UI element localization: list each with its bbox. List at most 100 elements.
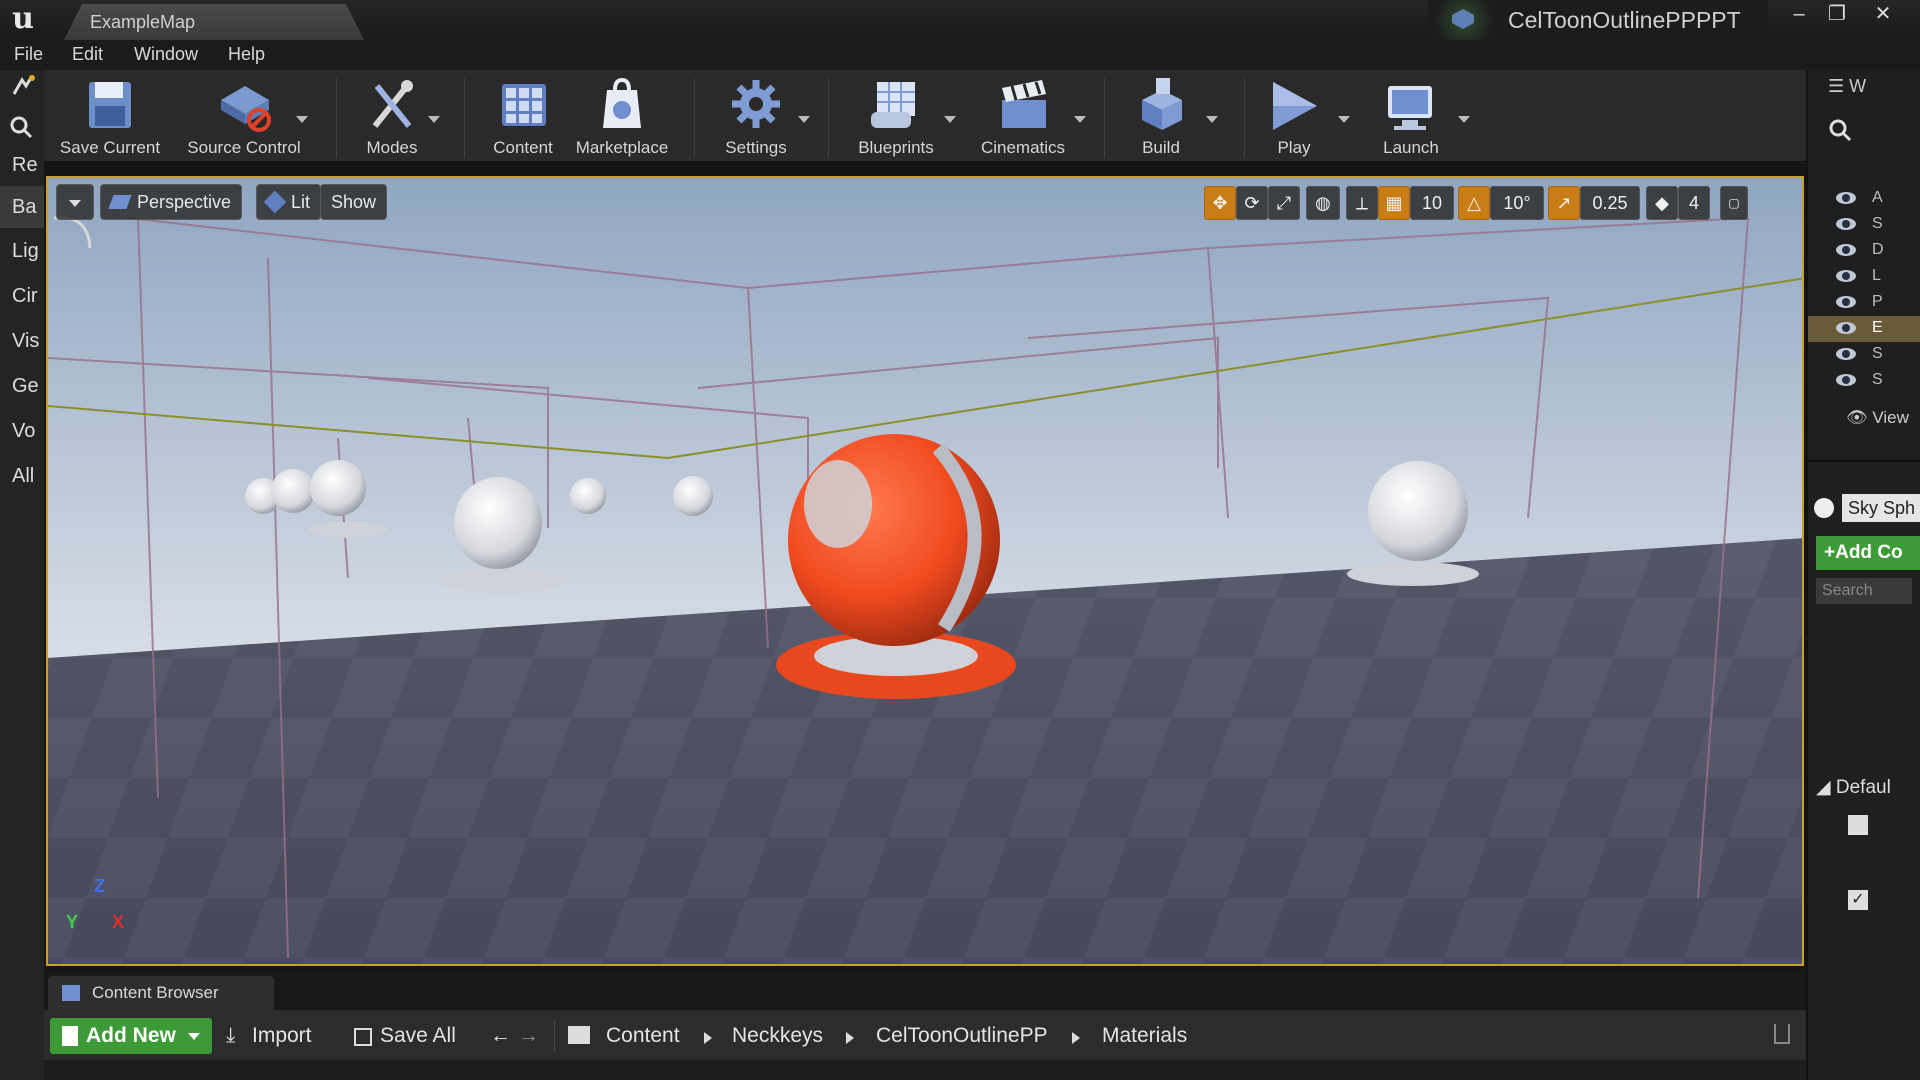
place-mode-icon[interactable]: [10, 74, 36, 98]
visibility-eye-icon[interactable]: [1836, 296, 1856, 308]
components-search-input[interactable]: Search: [1816, 578, 1912, 604]
outliner-row[interactable]: S: [1808, 342, 1920, 368]
left-category-all-classes[interactable]: All: [0, 455, 44, 497]
outliner-tab[interactable]: ☰ W: [1828, 76, 1866, 97]
back-arrow-icon[interactable]: ←: [490, 1018, 511, 1054]
left-category-volumes[interactable]: Vo: [0, 410, 44, 452]
main-toolbar: Save Current Source Control Modes Conten…: [44, 70, 1806, 162]
build-button[interactable]: Build: [1120, 76, 1218, 160]
breadcrumb-content[interactable]: Content: [606, 1018, 680, 1054]
left-category-cinematic[interactable]: Cir: [0, 275, 44, 317]
level-tab[interactable]: ExampleMap: [64, 4, 364, 40]
camera-speed-value[interactable]: 4: [1678, 186, 1710, 220]
marketplace-button[interactable]: Marketplace: [570, 76, 674, 160]
camera-speed-icon[interactable]: ◆: [1646, 186, 1678, 220]
source-control-button[interactable]: Source Control: [174, 76, 314, 160]
outliner-row[interactable]: A: [1808, 186, 1920, 212]
visibility-eye-icon[interactable]: [1836, 244, 1856, 256]
close-button[interactable]: ✕: [1866, 2, 1900, 28]
outliner-row-selected[interactable]: E: [1808, 316, 1920, 342]
search-icon[interactable]: [8, 114, 34, 140]
outliner-row[interactable]: P: [1808, 290, 1920, 316]
details-section-header[interactable]: ◢ Defaul: [1816, 776, 1891, 799]
cinematics-button[interactable]: Cinematics: [968, 76, 1086, 160]
visibility-eye-icon[interactable]: [1836, 192, 1856, 204]
settings-button[interactable]: Settings: [708, 76, 810, 160]
translate-tool-icon[interactable]: ✥: [1204, 186, 1236, 220]
checkbox[interactable]: [1848, 815, 1868, 835]
visibility-eye-icon[interactable]: [1836, 270, 1856, 282]
rotation-snap-value[interactable]: 10°: [1490, 186, 1544, 220]
source-control-dropdown-icon[interactable]: [296, 116, 308, 123]
breadcrumb-separator-icon[interactable]: [846, 1032, 854, 1044]
grid-snap-value[interactable]: 10: [1410, 186, 1454, 220]
menu-file[interactable]: File: [14, 44, 43, 65]
actor-name-field[interactable]: Sky Sph: [1842, 494, 1920, 522]
play-dropdown-icon[interactable]: [1338, 116, 1350, 123]
build-dropdown-icon[interactable]: [1206, 116, 1218, 123]
breadcrumb-separator-icon[interactable]: [1072, 1032, 1080, 1044]
rotate-tool-icon[interactable]: ⟳: [1236, 186, 1268, 220]
launch-button[interactable]: Launch: [1374, 76, 1470, 160]
show-button[interactable]: Show: [320, 184, 388, 220]
surface-snapping-icon[interactable]: ⟂: [1346, 186, 1378, 220]
scale-snap-icon[interactable]: ↗: [1548, 186, 1580, 220]
content-button[interactable]: Content: [478, 76, 568, 160]
add-new-button[interactable]: Add New: [50, 1018, 212, 1054]
outliner-row[interactable]: S: [1808, 212, 1920, 238]
save-current-button[interactable]: Save Current: [54, 76, 166, 160]
scale-snap-value[interactable]: 0.25: [1580, 186, 1640, 220]
maximize-button[interactable]: ❐: [1820, 2, 1854, 28]
rotation-snap-icon[interactable]: △: [1458, 186, 1490, 220]
level-viewport[interactable]: Perspective Lit Show ✥ ⟳ ⤢ ◍ ⟂ ▦ 10 △ 10…: [46, 176, 1804, 966]
save-icon: [81, 76, 139, 134]
content-browser-tab[interactable]: Content Browser: [48, 976, 274, 1010]
forward-arrow-icon[interactable]: →: [518, 1018, 539, 1054]
breadcrumb-materials[interactable]: Materials: [1102, 1018, 1187, 1054]
settings-dropdown-icon[interactable]: [798, 116, 810, 123]
blueprints-button[interactable]: Blueprints: [842, 76, 956, 160]
import-button[interactable]: ⤓ Import: [226, 1018, 312, 1054]
grid-snap-icon[interactable]: ▦: [1378, 186, 1410, 220]
perspective-button[interactable]: Perspective: [100, 184, 243, 220]
checkbox-checked[interactable]: ✓: [1848, 890, 1868, 910]
left-category-geometry[interactable]: Ge: [0, 365, 44, 407]
visibility-eye-icon[interactable]: [1836, 348, 1856, 360]
left-category-lights[interactable]: Lig: [0, 230, 44, 272]
breadcrumb-separator-icon[interactable]: [704, 1032, 712, 1044]
outliner-row[interactable]: L: [1808, 264, 1920, 290]
modes-button[interactable]: Modes: [348, 76, 440, 160]
left-category-basic[interactable]: Ba: [0, 186, 44, 228]
cinematics-dropdown-icon[interactable]: [1074, 116, 1086, 123]
left-category-recent[interactable]: Re: [0, 144, 44, 186]
lit-button[interactable]: Lit: [256, 184, 322, 220]
menu-help[interactable]: Help: [228, 44, 265, 65]
launch-dropdown-icon[interactable]: [1458, 116, 1470, 123]
modes-dropdown-icon[interactable]: [428, 116, 440, 123]
outliner-row[interactable]: S: [1808, 368, 1920, 394]
visibility-eye-icon[interactable]: [1836, 322, 1856, 334]
minimize-button[interactable]: –: [1782, 2, 1816, 28]
viewport-options-button[interactable]: [56, 184, 94, 220]
breadcrumb-celtoonoutlinepp[interactable]: CelToonOutlinePP: [876, 1018, 1048, 1054]
world-coordinates-icon[interactable]: ◍: [1306, 186, 1340, 220]
folder-icon[interactable]: [568, 1026, 590, 1044]
lock-icon[interactable]: [1774, 1024, 1790, 1044]
view-options-button[interactable]: 👁 View: [1846, 408, 1909, 428]
visibility-eye-icon[interactable]: [1836, 218, 1856, 230]
unreal-logo-icon[interactable]: u: [6, 2, 40, 36]
add-component-button[interactable]: +Add Co: [1816, 536, 1920, 570]
play-button[interactable]: Play: [1260, 76, 1350, 160]
maximize-viewport-icon[interactable]: ▢: [1720, 186, 1748, 220]
visibility-eye-icon[interactable]: [1836, 374, 1856, 386]
save-all-button[interactable]: Save All: [352, 1018, 456, 1054]
outliner-row[interactable]: D: [1808, 238, 1920, 264]
menu-edit[interactable]: Edit: [72, 44, 103, 65]
left-category-visual[interactable]: Vis: [0, 320, 44, 362]
blueprints-dropdown-icon[interactable]: [944, 116, 956, 123]
search-icon[interactable]: [1828, 118, 1852, 142]
menu-window[interactable]: Window: [134, 44, 198, 65]
scale-tool-icon[interactable]: ⤢: [1268, 186, 1300, 220]
viewport-scene[interactable]: [48, 178, 1804, 966]
breadcrumb-neckkeys[interactable]: Neckkeys: [732, 1018, 823, 1054]
